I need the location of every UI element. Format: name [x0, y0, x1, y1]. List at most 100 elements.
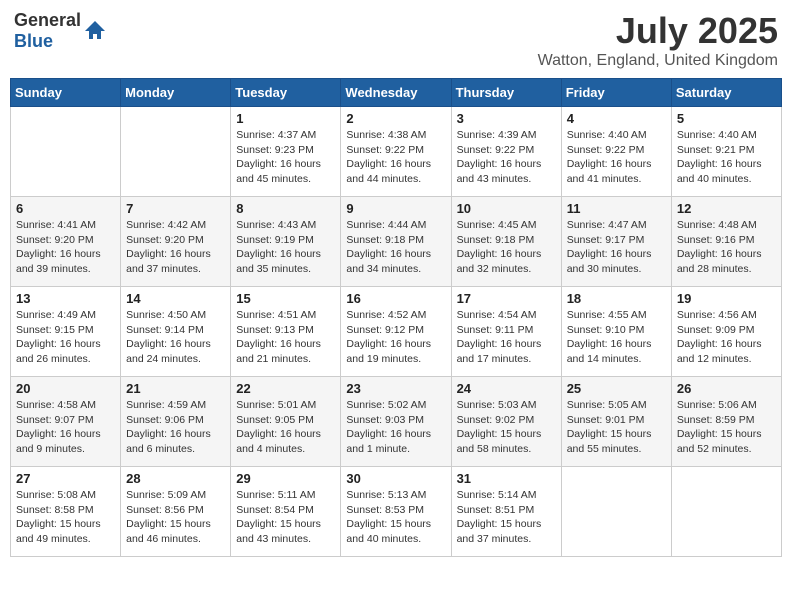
calendar-day-cell: 11Sunrise: 4:47 AM Sunset: 9:17 PM Dayli…	[561, 197, 671, 287]
day-info: Sunrise: 4:56 AM Sunset: 9:09 PM Dayligh…	[677, 308, 776, 367]
day-number: 18	[567, 291, 666, 306]
day-info: Sunrise: 5:05 AM Sunset: 9:01 PM Dayligh…	[567, 398, 666, 457]
day-number: 12	[677, 201, 776, 216]
logo-text: General Blue	[14, 10, 81, 52]
day-number: 9	[346, 201, 445, 216]
calendar-day-cell: 27Sunrise: 5:08 AM Sunset: 8:58 PM Dayli…	[11, 467, 121, 557]
calendar-table: SundayMondayTuesdayWednesdayThursdayFrid…	[10, 78, 782, 557]
day-number: 14	[126, 291, 225, 306]
day-info: Sunrise: 4:50 AM Sunset: 9:14 PM Dayligh…	[126, 308, 225, 367]
day-number: 4	[567, 111, 666, 126]
calendar-day-cell: 16 Sunrise: 4:52 AM Sunset: 9:12 PM Dayli…	[341, 287, 451, 377]
calendar-day-cell: 2 Sunrise: 4:38 AM Sunset: 9:22 PM Daylig…	[341, 107, 451, 197]
calendar-day-cell: 12 Sunrise: 4:48 AM Sunset: 9:16 PM Dayli…	[671, 197, 781, 287]
calendar-day-cell: 21Sunrise: 4:59 AM Sunset: 9:06 PM Dayli…	[121, 377, 231, 467]
day-number: 28	[126, 471, 225, 486]
day-number: 7	[126, 201, 225, 216]
day-info: Sunrise: 4:38 AM Sunset: 9:22 PM Dayligh…	[346, 128, 445, 187]
day-number: 22	[236, 381, 335, 396]
day-info: Sunrise: 5:02 AM Sunset: 9:03 PM Dayligh…	[346, 398, 445, 457]
day-number: 6	[16, 201, 115, 216]
day-number: 25	[567, 381, 666, 396]
day-info: Sunrise: 4:41 AM Sunset: 9:20 PM Dayligh…	[16, 218, 115, 277]
location-title: Watton, England, United Kingdom	[538, 52, 778, 70]
day-number: 11	[567, 201, 666, 216]
day-number: 29	[236, 471, 335, 486]
day-info: Sunrise: 4:58 AM Sunset: 9:07 PM Dayligh…	[16, 398, 115, 457]
day-number: 10	[457, 201, 556, 216]
day-info: Sunrise: 4:39 AM Sunset: 9:22 PM Dayligh…	[457, 128, 556, 187]
title-block: July 2025 Watton, England, United Kingdo…	[538, 10, 778, 70]
logo-icon	[83, 19, 107, 43]
day-number: 19	[677, 291, 776, 306]
day-of-week-header: Saturday	[671, 79, 781, 107]
day-info: Sunrise: 5:13 AM Sunset: 8:53 PM Dayligh…	[346, 488, 445, 547]
calendar-day-cell: 7 Sunrise: 4:42 AM Sunset: 9:20 PM Daylig…	[121, 197, 231, 287]
calendar-day-cell: 8Sunrise: 4:43 AM Sunset: 9:19 PM Daylig…	[231, 197, 341, 287]
calendar-day-cell: 30Sunrise: 5:13 AM Sunset: 8:53 PM Dayli…	[341, 467, 451, 557]
day-info: Sunrise: 4:40 AM Sunset: 9:22 PM Dayligh…	[567, 128, 666, 187]
calendar-week-row: 6 Sunrise: 4:41 AM Sunset: 9:20 PM Daylig…	[11, 197, 782, 287]
day-of-week-header: Wednesday	[341, 79, 451, 107]
calendar-header-row: SundayMondayTuesdayWednesdayThursdayFrid…	[11, 79, 782, 107]
day-number: 16	[346, 291, 445, 306]
day-info: Sunrise: 4:54 AM Sunset: 9:11 PM Dayligh…	[457, 308, 556, 367]
calendar-day-cell: 15 Sunrise: 4:51 AM Sunset: 9:13 PM Dayli…	[231, 287, 341, 377]
calendar-day-cell: 19 Sunrise: 4:56 AM Sunset: 9:09 PM Dayli…	[671, 287, 781, 377]
day-number: 13	[16, 291, 115, 306]
day-info: Sunrise: 5:09 AM Sunset: 8:56 PM Dayligh…	[126, 488, 225, 547]
calendar-week-row: 1 Sunrise: 4:37 AM Sunset: 9:23 PM Daylig…	[11, 107, 782, 197]
calendar-day-cell: 9 Sunrise: 4:44 AM Sunset: 9:18 PM Daylig…	[341, 197, 451, 287]
day-number: 23	[346, 381, 445, 396]
calendar-day-cell: 23 Sunrise: 5:02 AM Sunset: 9:03 PM Dayli…	[341, 377, 451, 467]
day-info: Sunrise: 4:44 AM Sunset: 9:18 PM Dayligh…	[346, 218, 445, 277]
calendar-week-row: 13 Sunrise: 4:49 AM Sunset: 9:15 PM Dayli…	[11, 287, 782, 377]
month-year-title: July 2025	[538, 10, 778, 52]
calendar-week-row: 27Sunrise: 5:08 AM Sunset: 8:58 PM Dayli…	[11, 467, 782, 557]
day-info: Sunrise: 4:52 AM Sunset: 9:12 PM Dayligh…	[346, 308, 445, 367]
calendar-day-cell	[671, 467, 781, 557]
day-number: 26	[677, 381, 776, 396]
day-info: Sunrise: 4:42 AM Sunset: 9:20 PM Dayligh…	[126, 218, 225, 277]
day-number: 2	[346, 111, 445, 126]
calendar-day-cell: 28 Sunrise: 5:09 AM Sunset: 8:56 PM Dayli…	[121, 467, 231, 557]
day-of-week-header: Sunday	[11, 79, 121, 107]
calendar-day-cell: 29 Sunrise: 5:11 AM Sunset: 8:54 PM Dayli…	[231, 467, 341, 557]
day-info: Sunrise: 4:48 AM Sunset: 9:16 PM Dayligh…	[677, 218, 776, 277]
calendar-day-cell: 1 Sunrise: 4:37 AM Sunset: 9:23 PM Daylig…	[231, 107, 341, 197]
calendar-day-cell	[121, 107, 231, 197]
calendar-day-cell: 17Sunrise: 4:54 AM Sunset: 9:11 PM Dayli…	[451, 287, 561, 377]
day-of-week-header: Monday	[121, 79, 231, 107]
day-number: 3	[457, 111, 556, 126]
day-number: 15	[236, 291, 335, 306]
day-number: 1	[236, 111, 335, 126]
day-info: Sunrise: 5:06 AM Sunset: 8:59 PM Dayligh…	[677, 398, 776, 457]
calendar-day-cell	[561, 467, 671, 557]
day-info: Sunrise: 4:49 AM Sunset: 9:15 PM Dayligh…	[16, 308, 115, 367]
calendar-day-cell: 3 Sunrise: 4:39 AM Sunset: 9:22 PM Daylig…	[451, 107, 561, 197]
logo-blue: Blue	[14, 31, 53, 51]
day-info: Sunrise: 4:55 AM Sunset: 9:10 PM Dayligh…	[567, 308, 666, 367]
calendar-day-cell: 6 Sunrise: 4:41 AM Sunset: 9:20 PM Daylig…	[11, 197, 121, 287]
day-number: 20	[16, 381, 115, 396]
logo: General Blue	[14, 10, 107, 52]
day-info: Sunrise: 5:11 AM Sunset: 8:54 PM Dayligh…	[236, 488, 335, 547]
day-info: Sunrise: 4:51 AM Sunset: 9:13 PM Dayligh…	[236, 308, 335, 367]
calendar-day-cell: 13 Sunrise: 4:49 AM Sunset: 9:15 PM Dayli…	[11, 287, 121, 377]
day-info: Sunrise: 5:08 AM Sunset: 8:58 PM Dayligh…	[16, 488, 115, 547]
day-info: Sunrise: 4:45 AM Sunset: 9:18 PM Dayligh…	[457, 218, 556, 277]
day-number: 8	[236, 201, 335, 216]
calendar-day-cell: 14 Sunrise: 4:50 AM Sunset: 9:14 PM Dayli…	[121, 287, 231, 377]
calendar-day-cell: 24Sunrise: 5:03 AM Sunset: 9:02 PM Dayli…	[451, 377, 561, 467]
day-info: Sunrise: 5:01 AM Sunset: 9:05 PM Dayligh…	[236, 398, 335, 457]
day-of-week-header: Friday	[561, 79, 671, 107]
calendar-day-cell: 22 Sunrise: 5:01 AM Sunset: 9:05 PM Dayli…	[231, 377, 341, 467]
day-info: Sunrise: 4:40 AM Sunset: 9:21 PM Dayligh…	[677, 128, 776, 187]
calendar-day-cell: 25 Sunrise: 5:05 AM Sunset: 9:01 PM Dayli…	[561, 377, 671, 467]
calendar-day-cell	[11, 107, 121, 197]
day-of-week-header: Tuesday	[231, 79, 341, 107]
logo-general: General	[14, 10, 81, 30]
calendar-week-row: 20 Sunrise: 4:58 AM Sunset: 9:07 PM Dayli…	[11, 377, 782, 467]
day-info: Sunrise: 4:37 AM Sunset: 9:23 PM Dayligh…	[236, 128, 335, 187]
day-number: 21	[126, 381, 225, 396]
